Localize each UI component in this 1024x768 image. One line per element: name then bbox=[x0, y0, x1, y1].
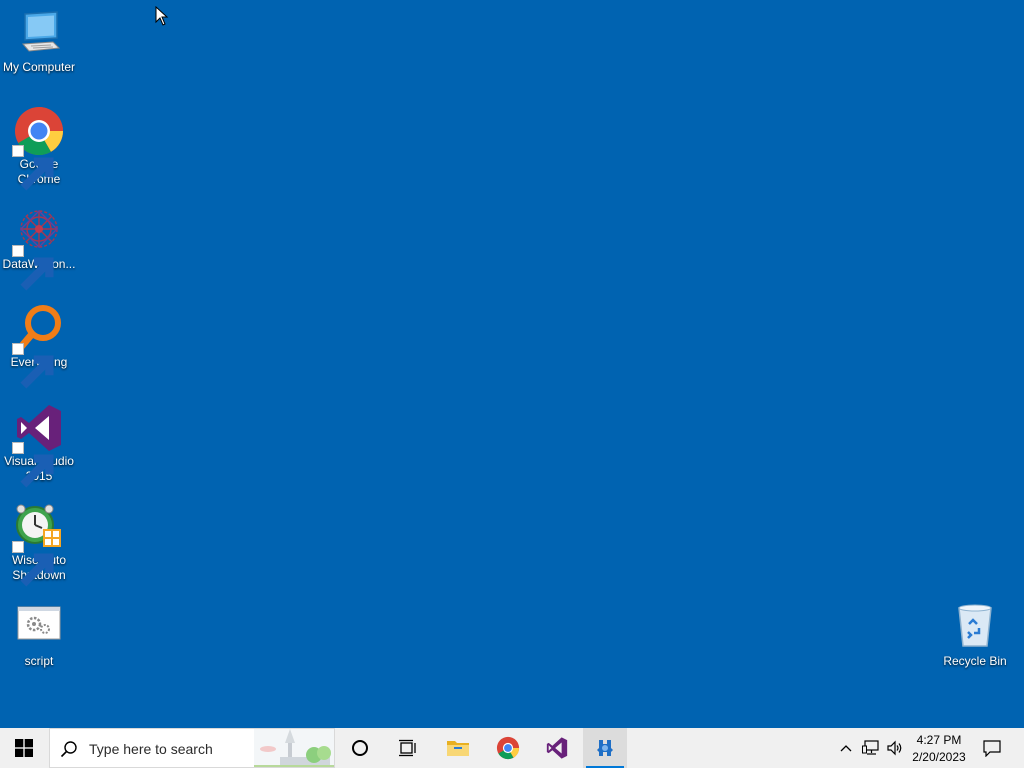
shortcut-arrow-icon bbox=[12, 245, 54, 291]
taskbar-visual-studio[interactable] bbox=[533, 728, 581, 768]
desktop-icon-label: script bbox=[24, 654, 54, 668]
shortcut-arrow-icon bbox=[12, 343, 54, 389]
taskbar: Type here to search 4:27 PM 2/20/2023 bbox=[0, 728, 1024, 768]
script-file-icon bbox=[13, 602, 65, 654]
folder-icon bbox=[447, 741, 469, 756]
shortcut-arrow-icon bbox=[12, 442, 54, 488]
cortana-circle-icon bbox=[352, 740, 368, 756]
clock-date: 2/20/2023 bbox=[912, 749, 966, 764]
visual-studio-icon bbox=[12, 402, 65, 488]
network-tray-button[interactable] bbox=[860, 728, 882, 768]
search-box[interactable]: Type here to search bbox=[49, 728, 335, 768]
task-view-button[interactable] bbox=[384, 728, 432, 768]
volume-tray-button[interactable] bbox=[884, 728, 906, 768]
chevron-up-icon bbox=[840, 745, 852, 752]
search-highlight-illustration bbox=[254, 729, 334, 767]
desktop-icon-google-chrome[interactable]: Google Chrome bbox=[0, 105, 78, 191]
desktop-icon-datawagon[interactable]: DataWagon... bbox=[0, 205, 78, 291]
desktop: My Computer Google Chrome DataWagon... E… bbox=[0, 0, 1024, 728]
computer-icon bbox=[13, 8, 65, 60]
search-icon bbox=[60, 741, 77, 758]
mouse-cursor-icon bbox=[155, 6, 169, 26]
desktop-icon-wise-auto-shutdown[interactable]: Wise Auto Shutdown bbox=[0, 501, 78, 587]
windows-logo-icon bbox=[15, 739, 33, 757]
network-icon bbox=[862, 740, 879, 755]
desktop-icon-script[interactable]: script bbox=[0, 602, 78, 669]
chrome-icon bbox=[496, 736, 520, 760]
taskbar-chrome[interactable] bbox=[484, 728, 532, 768]
speaker-icon bbox=[887, 740, 902, 756]
cortana-button[interactable] bbox=[336, 728, 384, 768]
shortcut-arrow-icon bbox=[12, 541, 54, 587]
desktop-icon-recycle-bin[interactable]: Recycle Bin bbox=[936, 602, 1014, 669]
taskbar-datawagon[interactable] bbox=[583, 728, 627, 768]
datawagon-icon bbox=[12, 205, 65, 291]
desktop-icon-my-computer[interactable]: My Computer bbox=[0, 8, 78, 75]
taskbar-file-explorer[interactable] bbox=[434, 728, 482, 768]
everything-icon bbox=[12, 303, 65, 389]
clock-button[interactable]: 4:27 PM 2/20/2023 bbox=[908, 728, 970, 768]
wise-auto-shutdown-icon bbox=[12, 501, 65, 587]
action-center-button[interactable] bbox=[976, 728, 1008, 768]
notification-icon bbox=[983, 739, 1001, 757]
start-button[interactable] bbox=[0, 728, 48, 768]
desktop-icon-everything[interactable]: Everything bbox=[0, 303, 78, 389]
desktop-icon-label: My Computer bbox=[2, 60, 76, 74]
desktop-icon-label: Recycle Bin bbox=[943, 654, 1007, 668]
datawagon-icon bbox=[597, 740, 613, 756]
search-placeholder: Type here to search bbox=[89, 741, 213, 757]
desktop-icon-visual-studio-2015[interactable]: Visual Studio 2015 bbox=[0, 402, 78, 488]
task-view-icon bbox=[399, 739, 416, 757]
show-hidden-icons-button[interactable] bbox=[836, 728, 856, 768]
shortcut-arrow-icon bbox=[12, 145, 54, 191]
clock-time: 4:27 PM bbox=[916, 732, 962, 747]
chrome-icon bbox=[12, 105, 65, 191]
recycle-bin-icon bbox=[949, 602, 1001, 654]
visual-studio-icon bbox=[546, 737, 568, 759]
